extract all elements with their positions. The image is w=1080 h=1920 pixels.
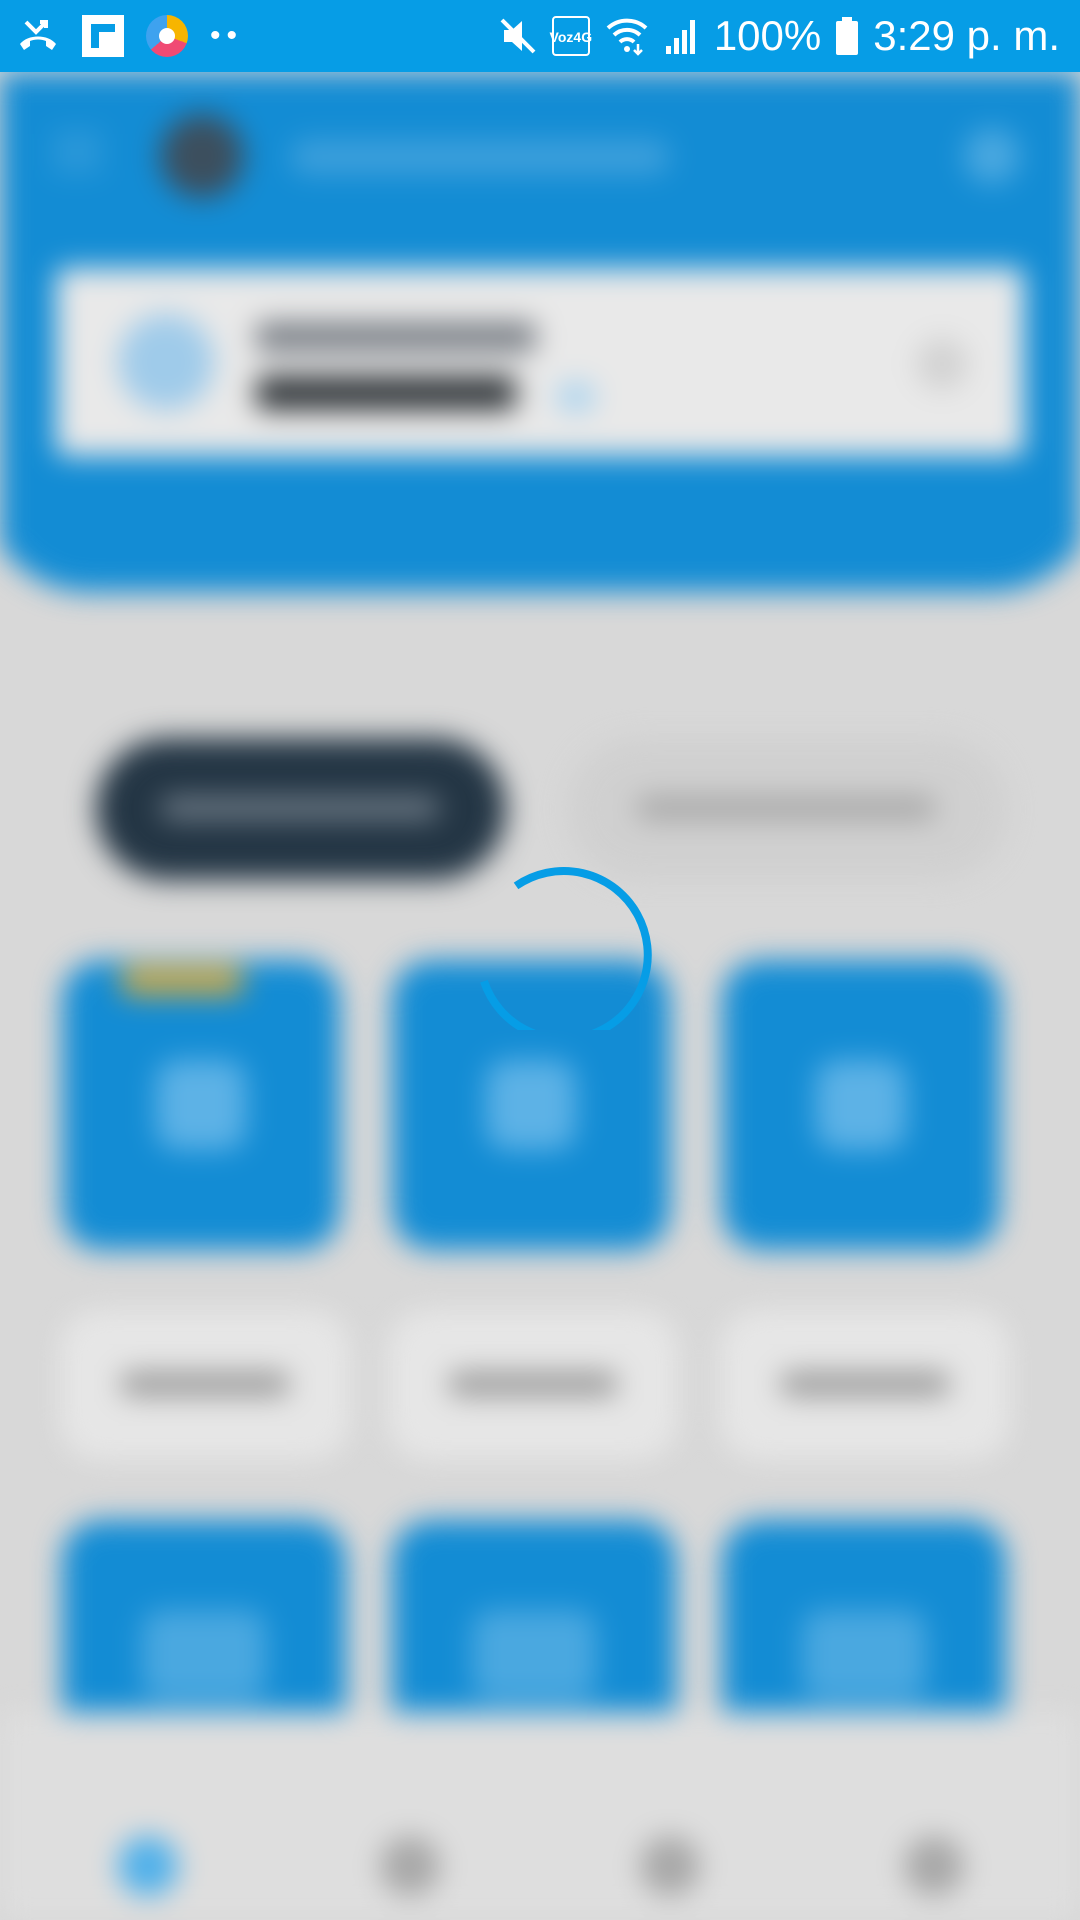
signal-icon — [664, 16, 700, 56]
avatar — [160, 114, 244, 198]
tile-badge — [120, 966, 244, 996]
tile-label — [720, 1310, 1010, 1460]
tile-label-placeholder — [448, 1372, 618, 1396]
battery-icon — [835, 16, 859, 56]
tile-icon — [816, 1060, 906, 1150]
spinner-arc — [480, 867, 652, 1030]
tile-label — [388, 1310, 678, 1460]
grid-tile — [62, 960, 340, 1250]
settings-icon — [964, 128, 1020, 184]
bottom-navigation — [0, 1712, 1080, 1920]
tile-icon — [142, 1610, 266, 1700]
missed-call-icon — [16, 18, 60, 54]
battery-percent: 100% — [713, 12, 822, 59]
header-title-placeholder — [290, 140, 670, 174]
tile-label — [60, 1310, 350, 1460]
status-left-icons: •• — [16, 14, 243, 58]
wifi-icon — [604, 16, 650, 56]
loading-spinner-icon — [480, 867, 652, 1030]
clock: 3:29 p. m. — [873, 12, 1060, 59]
home-icon — [118, 1836, 178, 1896]
network-badge-bottom: 4G — [573, 29, 593, 45]
tile-label-placeholder — [780, 1372, 950, 1396]
more-notifications-icon: •• — [210, 19, 244, 52]
card-line-placeholder — [256, 376, 516, 410]
flipboard-app-icon — [82, 15, 124, 57]
card-line-placeholder — [256, 322, 536, 352]
browser-app-icon — [146, 15, 188, 57]
volte-4g-icon: Voz 4G — [549, 16, 593, 56]
nav-icon — [640, 1836, 700, 1896]
nav-icon — [380, 1836, 440, 1896]
segment-label-placeholder — [636, 796, 936, 820]
nav-icon — [904, 1836, 964, 1896]
tile-icon — [802, 1610, 926, 1700]
tile-icon — [472, 1610, 596, 1700]
status-right-icons: Voz 4G 100% 3:29 p. m. — [498, 10, 1060, 62]
info-icon — [556, 382, 596, 412]
tile-icon — [486, 1060, 576, 1150]
network-badge-top: Voz — [549, 29, 574, 45]
status-bar: •• Voz 4G 100% 3:29 p. m. — [0, 0, 1080, 72]
mute-icon — [498, 16, 538, 56]
chevron-right-icon — [916, 338, 968, 390]
menu-icon — [52, 134, 102, 170]
tile-icon — [156, 1060, 246, 1150]
grid-tile — [722, 960, 1000, 1250]
card-icon — [118, 314, 214, 410]
info-card — [56, 268, 1024, 456]
segment-label-placeholder — [160, 796, 440, 820]
tile-label-placeholder — [120, 1372, 290, 1396]
